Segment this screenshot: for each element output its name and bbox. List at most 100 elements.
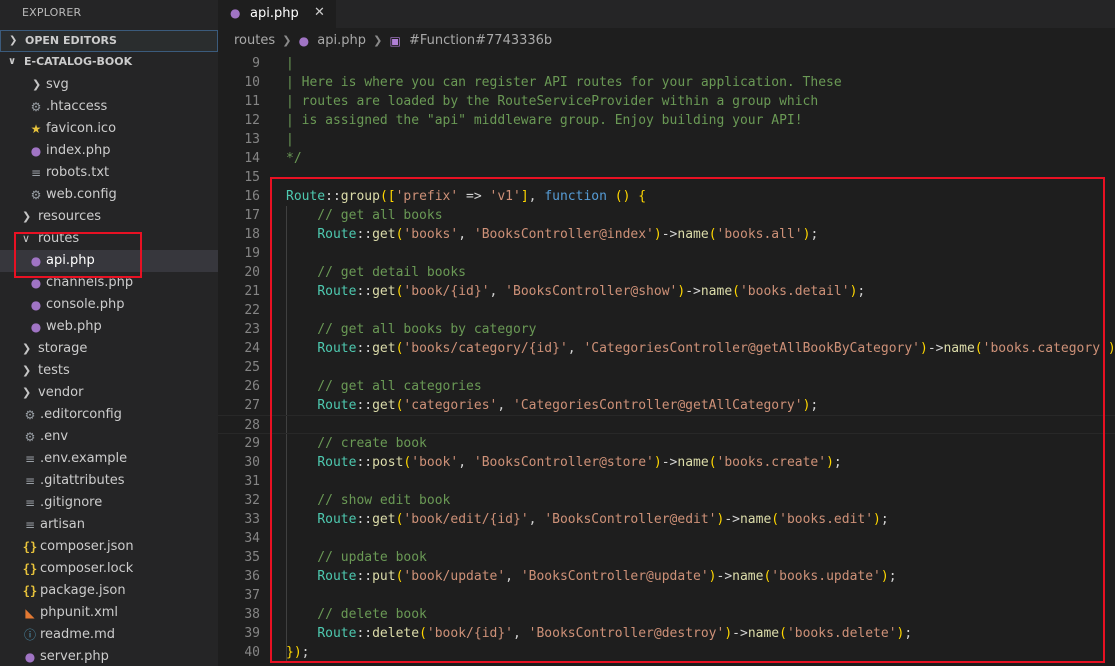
tree-item-label: web.config <box>46 187 117 202</box>
tree-item-label: .editorconfig <box>40 407 122 422</box>
tree-item[interactable]: ⚙ web.config <box>0 184 218 206</box>
tree-item-label: web.php <box>46 319 102 334</box>
line-number: 24 <box>244 341 260 356</box>
tree-item[interactable]: ≡ artisan <box>0 514 218 536</box>
breadcrumb-symbol[interactable]: #Function#7743336b <box>409 33 552 48</box>
open-editors-label: OPEN EDITORS <box>25 34 117 47</box>
lines-icon: ≡ <box>24 518 36 532</box>
chevron-right-icon: ❯ <box>22 364 32 377</box>
code-text: Route::get('books', 'BooksController@ind… <box>317 227 819 242</box>
tree-item-label: storage <box>38 341 88 356</box>
breadcrumb-folder[interactable]: routes <box>234 33 275 48</box>
code-text: | is assigned the "api" middleware group… <box>286 113 803 128</box>
tree-item[interactable]: ≡ .gitattributes <box>0 470 218 492</box>
json-icon: {} <box>22 540 38 554</box>
line-number: 28 <box>244 418 260 433</box>
code-line: 25 <box>218 358 1115 377</box>
tree-item[interactable]: ⓘ readme.md <box>0 624 218 646</box>
tree-item[interactable]: ❯ storage <box>0 338 218 360</box>
open-editors-section[interactable]: ❯ OPEN EDITORS <box>0 30 218 52</box>
tree-item-label: console.php <box>46 297 125 312</box>
tree-item-label: .env <box>40 429 69 444</box>
line-number: 33 <box>244 512 260 527</box>
tree-item[interactable]: ● server.php <box>0 646 218 666</box>
line-number: 40 <box>244 645 260 660</box>
gear-icon: ⚙ <box>24 408 36 422</box>
code-line: 34 <box>218 529 1115 548</box>
code-line: 11 | routes are loaded by the RouteServic… <box>218 92 1115 111</box>
gear-icon: ⚙ <box>30 188 42 202</box>
code-editor[interactable]: 9 | 10 | Here is where you can register API… <box>218 54 1115 666</box>
chevron-right-icon: ❯ <box>32 78 42 91</box>
code-text: Route::put('book/update', 'BooksControll… <box>317 569 897 584</box>
tree-item[interactable]: {} composer.json <box>0 536 218 558</box>
code-text: // show edit book <box>286 493 451 508</box>
code-line: 10 | Here is where you can register API r… <box>218 73 1115 92</box>
project-section[interactable]: ∨ E-CATALOG-BOOK <box>0 52 218 74</box>
php-icon: ● <box>30 276 42 290</box>
line-number: 30 <box>244 455 260 470</box>
code-text: Route::get('categories', 'CategoriesCont… <box>317 398 819 413</box>
code-text: // delete book <box>286 607 427 622</box>
line-number: 29 <box>244 436 260 451</box>
chevron-right-icon: ❯ <box>373 34 383 47</box>
tree-item[interactable]: ● web.php <box>0 316 218 338</box>
code-line: 32 // show edit book <box>218 491 1115 510</box>
close-icon[interactable]: ✕ <box>314 5 325 20</box>
tree-item[interactable]: ≡ .env.example <box>0 448 218 470</box>
tree-item[interactable]: ● channels.php <box>0 272 218 294</box>
code-text: // get all books by category <box>286 322 537 337</box>
tree-item-label: composer.lock <box>40 561 134 576</box>
code-line: 20 // get detail books <box>218 263 1115 282</box>
line-number: 23 <box>244 322 260 337</box>
line-number: 25 <box>244 360 260 375</box>
tree-item[interactable]: ≡ .gitignore <box>0 492 218 514</box>
tree-item[interactable]: ❯ resources <box>0 206 218 228</box>
tree-item[interactable]: ⚙ .htaccess <box>0 96 218 118</box>
line-number: 16 <box>244 189 260 204</box>
tree-item[interactable]: ◣ phpunit.xml <box>0 602 218 624</box>
code-line: 16 Route::group(['prefix' => 'v1'], funct… <box>218 187 1115 206</box>
code-text: Route::group(['prefix' => 'v1'], functio… <box>286 189 647 204</box>
tree-item[interactable]: ❯ vendor <box>0 382 218 404</box>
line-number: 11 <box>244 94 260 109</box>
line-number: 32 <box>244 493 260 508</box>
tree-item[interactable]: ≡ robots.txt <box>0 162 218 184</box>
code-line: 38 // delete book <box>218 605 1115 624</box>
code-line: 39 Route::delete('book/{id}', 'BooksCont… <box>218 624 1115 643</box>
star-icon: ★ <box>30 122 42 136</box>
code-text: Route::delete('book/{id}', 'BooksControl… <box>317 626 913 641</box>
php-icon: ● <box>298 34 310 48</box>
code-line: 36 Route::put('book/update', 'BooksContr… <box>218 567 1115 586</box>
tree-item[interactable]: {} composer.lock <box>0 558 218 580</box>
code-line: 23 // get all books by category <box>218 320 1115 339</box>
tree-item[interactable]: ★ favicon.ico <box>0 118 218 140</box>
tree-item[interactable]: ❯ svg <box>0 74 218 96</box>
code-text: // get all categories <box>286 379 482 394</box>
breadcrumb-file[interactable]: api.php <box>317 33 366 48</box>
code-line: 18 Route::get('books', 'BooksController@… <box>218 225 1115 244</box>
code-text: Route::get('books/category/{id}', 'Categ… <box>317 341 1115 356</box>
line-number: 22 <box>244 303 260 318</box>
tree-item-label: tests <box>38 363 70 378</box>
tree-item[interactable]: ● index.php <box>0 140 218 162</box>
line-number: 31 <box>244 474 260 489</box>
tab-api-php[interactable]: ● api.php ✕ <box>218 0 336 28</box>
tab-bar: ● api.php ✕ <box>218 0 1115 28</box>
tab-label: api.php <box>250 6 299 21</box>
tree-item[interactable]: ∨ routes <box>0 228 218 250</box>
code-text: | <box>286 132 294 147</box>
php-icon: ● <box>24 650 36 664</box>
code-text: }); <box>286 645 310 660</box>
tree-item[interactable]: {} package.json <box>0 580 218 602</box>
tree-item[interactable]: ⚙ .env <box>0 426 218 448</box>
tree-item[interactable]: ● api.php <box>0 250 218 272</box>
tree-item[interactable]: ⚙ .editorconfig <box>0 404 218 426</box>
tree-item[interactable]: ❯ tests <box>0 360 218 382</box>
tree-item[interactable]: ● console.php <box>0 294 218 316</box>
tree-item-label: svg <box>46 77 69 92</box>
php-icon: ● <box>30 298 42 312</box>
json-icon: {} <box>22 562 38 576</box>
php-icon: ● <box>30 144 42 158</box>
code-text: Route::post('book', 'BooksController@sto… <box>317 455 842 470</box>
